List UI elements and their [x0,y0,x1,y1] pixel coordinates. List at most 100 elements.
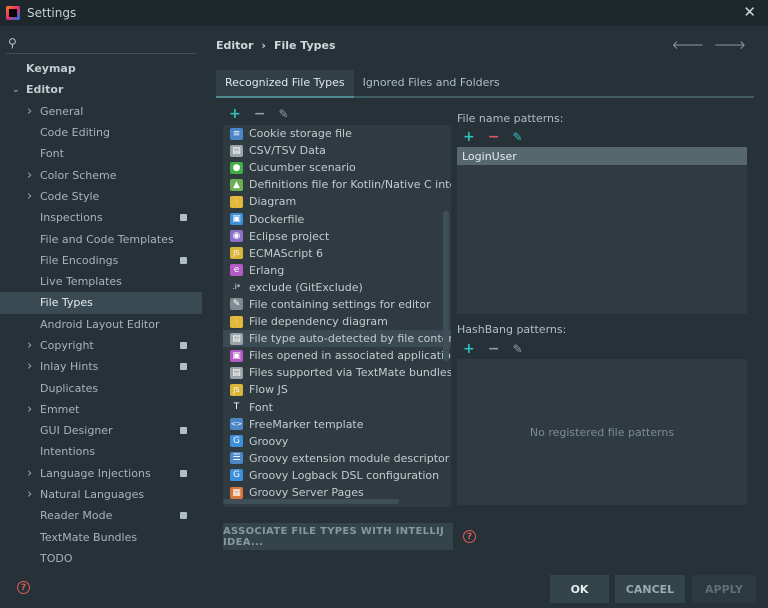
tab-recognized-file-types[interactable]: Recognized File Types [216,70,354,98]
remove-hashbang-icon[interactable]: − [488,342,500,356]
sidebar-item-label: Emmet [40,402,80,416]
pattern-row[interactable]: LoginUser [457,147,747,165]
chevron-right-icon[interactable]: › [27,189,32,204]
chevron-right-icon[interactable]: › [27,104,32,119]
file-type-row[interactable]: ⫶ Diagram [223,193,451,210]
file-type-row[interactable]: ⫶ File dependency diagram [223,313,451,330]
forward-arrow-icon[interactable]: 🡒 [714,37,746,52]
file-type-row[interactable]: e Erlang [223,262,451,279]
chevron-right-icon[interactable]: › [27,359,32,374]
file-type-row[interactable]: JS ECMAScript 6 [223,245,451,262]
sidebar-item-editor[interactable]: ⌄ Editor [0,79,202,100]
sidebar-item-inspections[interactable]: Inspections [0,207,202,228]
list-horizontal-scrollbar[interactable] [223,499,399,504]
sidebar-item-android-layout-editor[interactable]: Android Layout Editor [0,314,202,335]
breadcrumb-current: File Types [273,39,336,52]
breadcrumb-parent[interactable]: Editor [216,39,253,52]
sidebar-item-font[interactable]: Font [0,143,202,164]
tab-bar: Recognized File Types Ignored Files and F… [216,70,754,98]
sidebar-item-textmate-bundles[interactable]: TextMate Bundles [0,527,202,548]
close-icon[interactable]: ✕ [743,3,756,21]
file-type-row[interactable]: ✎ File containing settings for editor [223,296,451,313]
chevron-right-icon[interactable]: › [27,402,32,417]
file-name-patterns-label: File name patterns: [457,112,564,125]
file-types-toolbar: + − ✎ [229,107,289,121]
sidebar-item-keymap[interactable]: Keymap [0,58,202,79]
sidebar-item-reader-mode[interactable]: Reader Mode [0,505,202,526]
sidebar-item-language-injections[interactable]: › Language Injections [0,463,202,484]
file-type-row[interactable]: G Groovy Logback DSL configuration [223,467,451,484]
file-type-row[interactable]: ≡ Cookie storage file [223,125,451,142]
edit-hashbang-icon[interactable]: ✎ [512,342,522,356]
history-nav: 🡐 🡒 [672,37,746,52]
app-logo-icon [6,6,20,20]
chevron-right-icon[interactable]: › [27,466,32,481]
help-icon[interactable]: ? [463,530,476,543]
chevron-right-icon[interactable]: › [27,168,32,183]
file-type-row[interactable]: ▣ Dockerfile [223,210,451,227]
add-icon[interactable]: + [229,107,241,121]
sidebar-item-duplicates[interactable]: Duplicates [0,377,202,398]
sidebar-item-label: Copyright [40,339,94,352]
file-type-row[interactable]: T Font [223,399,451,416]
associate-file-types-button[interactable]: ASSOCIATE FILE TYPES WITH INTELLIJ IDEA.… [223,523,453,550]
remove-icon[interactable]: − [254,107,266,121]
document-icon: ▤ [230,332,243,345]
sidebar-item-inlay-hints[interactable]: › Inlay Hints [0,356,202,377]
file-type-row[interactable]: ◉ Eclipse project [223,228,451,245]
add-hashbang-icon[interactable]: + [463,342,475,356]
file-type-row[interactable]: .i* exclude (GitExclude) [223,279,451,296]
file-type-row[interactable]: ▣ Files opened in associated applications [223,347,451,364]
sidebar-item-general[interactable]: › General [0,101,202,122]
remove-pattern-icon[interactable]: − [488,130,500,144]
sidebar-item-natural-languages[interactable]: › Natural Languages [0,484,202,505]
project-level-icon [180,427,187,435]
list-vertical-scrollbar[interactable] [443,211,449,361]
sidebar-item-intentions[interactable]: Intentions [0,441,202,462]
file-type-row[interactable]: ☰ Groovy extension module descriptor file [223,450,451,467]
file-type-label: Groovy Server Pages [249,486,364,500]
file-type-row[interactable]: JS Flow JS [223,381,451,398]
sidebar-item-file-and-code-templates[interactable]: File and Code Templates [0,228,202,249]
help-icon[interactable]: ? [17,581,30,594]
file-type-row[interactable]: ▤ File type auto-detected by file content [223,330,451,348]
sidebar-item-color-scheme[interactable]: › Color Scheme [0,164,202,185]
sidebar-item-file-encodings[interactable]: File Encodings [0,250,202,271]
sidebar-item-label: Color Scheme [40,168,117,182]
file-type-label: Erlang [249,263,285,277]
add-pattern-icon[interactable]: + [463,130,475,144]
sidebar-item-file-types[interactable]: File Types [0,292,202,314]
chevron-right-icon[interactable]: › [27,487,32,502]
sidebar-item-code-style[interactable]: › Code Style [0,186,202,207]
apply-button[interactable]: APPLY [692,575,756,603]
document-icon: ▤ [230,366,243,379]
chevron-right-icon[interactable]: › [27,338,32,353]
sidebar-item-label: Editor [26,83,64,97]
file-type-row[interactable]: G Groovy [223,433,451,450]
edit-pattern-icon[interactable]: ✎ [512,130,522,144]
docker-icon: ▣ [230,213,243,226]
file-type-row[interactable]: ▲ Definitions file for Kotlin/Native C in… [223,176,451,193]
sidebar-item-emmet[interactable]: › Emmet [0,399,202,420]
search-field[interactable]: ⚲ [6,32,196,54]
sidebar-item-code-editing[interactable]: Code Editing [0,122,202,143]
file-name-patterns-list: LoginUser [457,147,747,314]
project-level-icon [180,256,187,264]
sidebar-item-todo[interactable]: TODO [0,548,202,569]
cancel-button[interactable]: CANCEL [615,575,685,603]
groovy-icon: G [230,435,243,448]
ok-button[interactable]: OK [550,575,609,603]
cucumber-icon: ● [230,161,243,174]
file-type-row[interactable]: ● Cucumber scenario [223,159,451,176]
tab-ignored-files-and-folders[interactable]: Ignored Files and Folders [354,70,509,96]
file-type-row[interactable]: <> FreeMarker template [223,416,451,433]
sidebar-item-live-templates[interactable]: Live Templates [0,271,202,292]
back-arrow-icon[interactable]: 🡐 [672,37,704,52]
sidebar-item-copyright[interactable]: › Copyright [0,335,202,356]
file-type-row[interactable]: ▤ Files supported via TextMate bundles [223,364,451,381]
sidebar-item-gui-designer[interactable]: GUI Designer [0,420,202,441]
edit-icon[interactable]: ✎ [278,107,288,121]
chevron-down-icon[interactable]: ⌄ [12,85,20,95]
file-type-row[interactable]: ▤ CSV/TSV Data [223,142,451,159]
hashbang-patterns-label: HashBang patterns: [457,323,567,336]
